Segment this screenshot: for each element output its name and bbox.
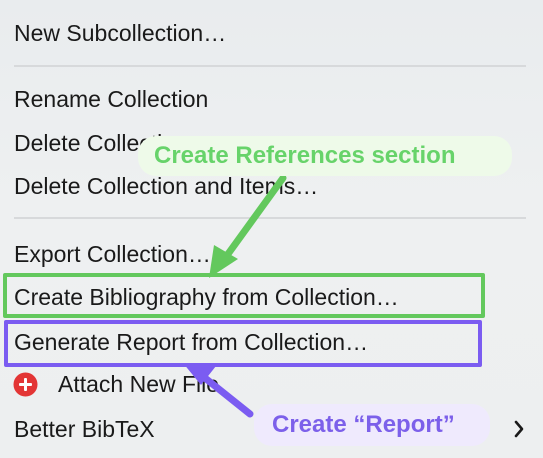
menu-item-label: Better BibTeX xyxy=(14,416,155,442)
bibliography-highlight-box xyxy=(3,273,485,318)
plus-circle-icon xyxy=(13,372,38,397)
menu-item-new-subcollection[interactable]: New Subcollection… xyxy=(14,16,226,50)
menu-item-attach-new-file[interactable]: Attach New File xyxy=(58,367,219,401)
menu-item-rename-collection[interactable]: Rename Collection xyxy=(14,82,208,116)
menu-item-label: Attach New File xyxy=(58,371,220,397)
context-menu: New Subcollection… Rename Collection Del… xyxy=(0,0,543,458)
create-report-callout: Create “Report” xyxy=(254,404,490,446)
menu-separator xyxy=(14,217,526,219)
menu-item-label: New Subcollection… xyxy=(14,20,227,46)
report-highlight-box xyxy=(4,320,482,367)
menu-item-label: Export Collection… xyxy=(14,241,211,267)
menu-item-label: Delete Collection and Items… xyxy=(14,173,319,199)
chevron-right-icon xyxy=(510,420,528,438)
menu-item-export-collection[interactable]: Export Collection… xyxy=(14,237,211,271)
menu-item-better-bibtex[interactable]: Better BibTeX xyxy=(14,412,155,446)
create-references-callout: Create References section xyxy=(138,136,512,176)
menu-item-label: Rename Collection xyxy=(14,86,209,112)
menu-separator xyxy=(14,65,526,67)
